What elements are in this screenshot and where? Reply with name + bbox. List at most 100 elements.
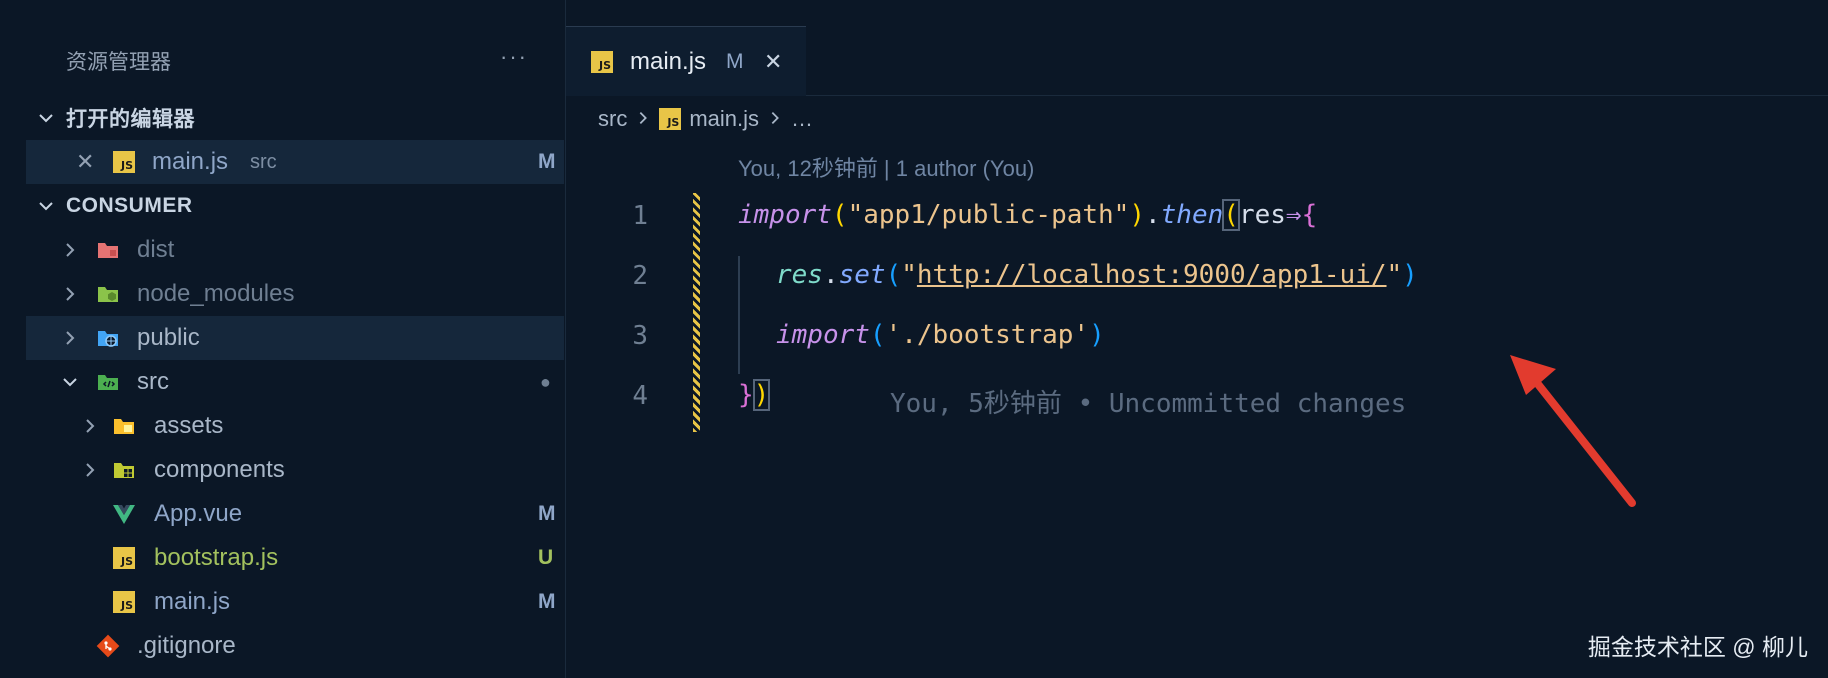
tab-close-icon[interactable]: ✕ [764, 49, 782, 75]
token-paren: ( [831, 200, 848, 230]
token-function: set [838, 260, 886, 290]
js-file-icon: JS [659, 108, 682, 130]
modified-badge: M [538, 590, 556, 613]
changes-dot-badge: ● [540, 371, 551, 392]
js-file-icon: JS [112, 150, 136, 174]
token-keyword: import [776, 320, 870, 350]
line-number: 1 [632, 201, 648, 231]
tree-item-label: bootstrap.js [154, 544, 279, 571]
token-paren: ) [1402, 260, 1418, 290]
folder-public-icon [96, 326, 120, 350]
token-paren: ( [869, 320, 886, 350]
open-editor-name: main.js [152, 148, 229, 175]
more-actions-button[interactable]: ··· [500, 44, 528, 70]
tree-item-gitignore[interactable]: .gitignore [26, 624, 564, 668]
project-header[interactable]: CONSUMER [26, 184, 564, 228]
tree-item-label: components [154, 456, 285, 483]
open-editors-header[interactable]: 打开的编辑器 [26, 96, 564, 140]
close-icon[interactable]: ✕ [76, 149, 94, 175]
token-brace: } [738, 380, 754, 410]
code-line-4[interactable]: }) [738, 379, 771, 411]
open-editor-item[interactable]: ✕ JS main.js src M [26, 140, 564, 184]
annotation-arrow-icon [1510, 355, 1636, 507]
tab-main-js[interactable]: JS main.js M ✕ [566, 26, 806, 96]
js-file-icon: JS [112, 590, 136, 614]
breadcrumb-folder[interactable]: src [598, 106, 627, 132]
token-keyword: import [738, 200, 832, 230]
tree-item-app-vue[interactable]: App.vue M [26, 492, 564, 536]
folder-dist-icon [96, 238, 120, 262]
token-string: "app1/public-path" [847, 200, 1130, 230]
git-file-icon [96, 634, 120, 658]
token-arrow: ⇒ [1285, 200, 1302, 230]
chevron-right-icon [58, 326, 82, 350]
tree-item-label: assets [154, 412, 224, 439]
git-blame-annotation: You, 5秒钟前 • Uncommitted changes [890, 389, 1407, 419]
js-file-icon: JS [112, 546, 136, 570]
editor-area: JS main.js M ✕ src JS main.js … You, 12秒… [566, 0, 1828, 678]
chevron-right-icon [78, 414, 102, 438]
folder-node-icon [96, 282, 120, 306]
chevron-down-icon [34, 194, 58, 218]
git-change-indicator [693, 193, 700, 432]
tree-item-src[interactable]: src ● [26, 360, 564, 404]
js-file-icon: JS [590, 50, 614, 74]
token-url-link[interactable]: http://localhost:9000/app1-ui/ [917, 260, 1387, 290]
breadcrumb-file[interactable]: main.js [689, 106, 759, 132]
token-brace: { [1301, 200, 1318, 230]
token-function: then [1160, 200, 1224, 230]
tree-item-label: .gitignore [137, 632, 236, 659]
modified-badge: M [538, 502, 556, 525]
breadcrumb-more[interactable]: … [791, 106, 813, 132]
token-paren-matched: ( [1222, 199, 1240, 231]
codelens-author[interactable]: You, 12秒钟前 | 1 author (You) [738, 151, 1034, 183]
tree-item-label: public [137, 324, 200, 351]
modified-badge: M [538, 150, 556, 173]
tree-item-bootstrap-js[interactable]: JS bootstrap.js U [26, 536, 564, 580]
chevron-right-icon [767, 106, 783, 132]
folder-components-icon [112, 458, 136, 482]
tree-item-public[interactable]: public [26, 316, 564, 360]
tab-label: main.js [630, 47, 707, 75]
tree-item-label: main.js [154, 588, 231, 615]
line-number: 4 [632, 381, 648, 411]
tree-item-label: dist [137, 236, 175, 263]
line-number: 2 [632, 261, 648, 291]
vue-file-icon [112, 502, 136, 526]
open-editor-path: src [250, 150, 277, 173]
tree-item-main-js[interactable]: JS main.js M [26, 580, 564, 624]
chevron-right-icon [635, 106, 651, 132]
tree-item-dist[interactable]: dist [26, 228, 564, 272]
breadcrumb: src JS main.js … [598, 106, 813, 132]
token-paren: ( [885, 260, 902, 290]
chevron-right-icon [58, 238, 82, 262]
chevron-down-icon [58, 370, 82, 394]
watermark-text: 掘金技术社区 @ 柳儿 [1587, 634, 1808, 660]
token-paren-matched: ) [752, 379, 771, 411]
tab-bar: JS main.js M ✕ [566, 0, 1828, 96]
chevron-right-icon [78, 458, 102, 482]
tree-item-label: node_modules [137, 280, 295, 307]
project-label: CONSUMER [66, 194, 193, 217]
code-line-2[interactable]: res.set("http://localhost:9000/app1-ui/"… [776, 260, 1418, 290]
folder-assets-icon [112, 414, 136, 438]
tree-item-label: App.vue [154, 500, 243, 527]
token-identifier: res [1238, 200, 1286, 230]
token-string: './bootstrap' [885, 320, 1090, 350]
code-line-3[interactable]: import('./bootstrap') [776, 320, 1105, 350]
tree-item-components[interactable]: components [26, 448, 564, 492]
token-punctuation: . [822, 260, 839, 290]
line-number: 3 [632, 321, 648, 351]
explorer-sidebar: 资源管理器 ··· 打开的编辑器 ✕ JS main.js src M CONS… [0, 0, 566, 678]
tree-item-assets[interactable]: assets [26, 404, 564, 448]
untracked-badge: U [538, 546, 554, 569]
tab-modified-badge: M [726, 49, 744, 73]
token-quote: " [1386, 260, 1403, 290]
token-paren: ) [1129, 200, 1145, 230]
token-paren: ) [1089, 320, 1105, 350]
token-quote: " [901, 260, 917, 290]
tree-item-node-modules[interactable]: node_modules [26, 272, 564, 316]
chevron-down-icon [34, 106, 58, 130]
indent-guide [738, 256, 740, 374]
code-line-1[interactable]: import("app1/public-path").then(res⇒{ [738, 199, 1318, 231]
